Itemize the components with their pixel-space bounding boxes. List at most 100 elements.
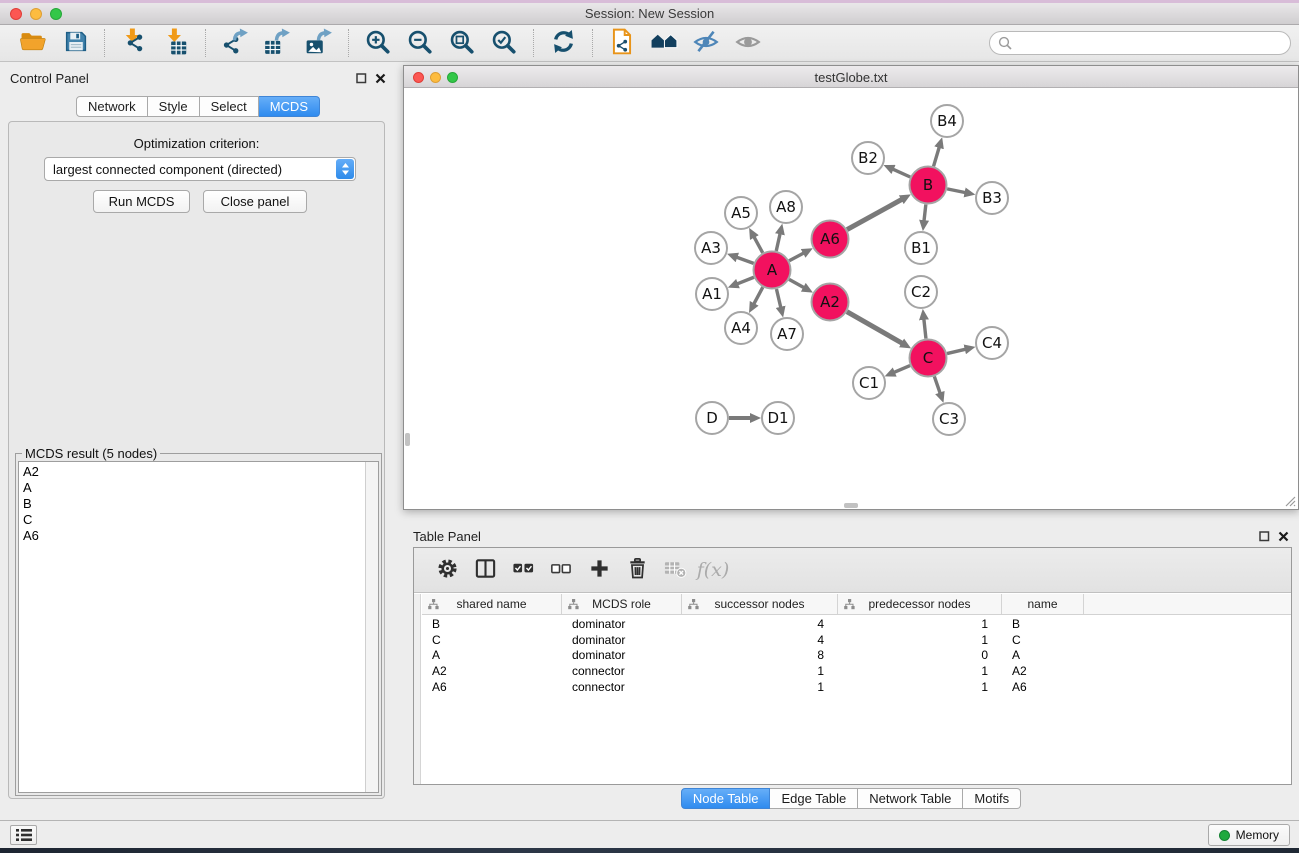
memory-label: Memory	[1236, 828, 1279, 842]
export-image-button[interactable]	[302, 28, 336, 58]
table-row-c[interactable]: Cdominator41C	[422, 632, 1291, 648]
save-session-button[interactable]	[58, 28, 92, 58]
graph-edge-A6-B[interactable]	[847, 199, 902, 229]
close-panel-button[interactable]: Close panel	[203, 190, 307, 213]
table-settings-button[interactable]	[432, 555, 462, 585]
control-tab-mcds[interactable]: MCDS	[259, 96, 320, 117]
close-panel-icon[interactable]	[375, 73, 386, 84]
graph-edge-B-B2[interactable]	[893, 169, 911, 177]
graph-edge-C-C1[interactable]	[894, 366, 910, 373]
table-header-row: shared nameMCDS rolesuccessor nodesprede…	[422, 594, 1291, 615]
zoom-in-button[interactable]	[361, 28, 395, 58]
mcds-result-item[interactable]: A6	[23, 528, 362, 544]
float-panel-icon[interactable]	[356, 73, 367, 84]
zoom-fit-button[interactable]	[445, 28, 479, 58]
cell-name: A	[1002, 648, 1084, 662]
graph-edge-A-A1[interactable]	[737, 277, 754, 284]
zoom-out-button[interactable]	[403, 28, 437, 58]
column-header-shared-name[interactable]: shared name	[422, 594, 562, 614]
select-all-columns-button[interactable]	[508, 555, 538, 585]
graph-node-label-A: A	[767, 261, 778, 279]
graph-edge-A2-C[interactable]	[847, 312, 902, 344]
search-input[interactable]	[1017, 36, 1290, 50]
mcds-result-item[interactable]: A2	[23, 464, 362, 480]
mcds-result-item[interactable]: B	[23, 496, 362, 512]
graph-edge-A-A5[interactable]	[754, 237, 763, 253]
column-header-predecessor-nodes[interactable]: predecessor nodes	[838, 594, 1002, 614]
zoom-selected-button[interactable]	[487, 28, 521, 58]
graph-edge-C-C3[interactable]	[934, 376, 940, 393]
cell-name: C	[1002, 633, 1084, 647]
show-hidden-button[interactable]	[731, 28, 765, 58]
select-all-columns-icon	[512, 557, 535, 583]
graph-edge-C-C2[interactable]	[924, 319, 926, 339]
table-row-a2[interactable]: A2connector11A2	[422, 663, 1291, 679]
vertical-scrollbar-thumb[interactable]	[405, 433, 410, 446]
unselect-all-columns-button[interactable]	[546, 555, 576, 585]
run-mcds-button[interactable]: Run MCDS	[93, 190, 190, 213]
optimization-criterion-dropdown[interactable]: largest connected component (directed)	[44, 157, 356, 181]
control-tab-select[interactable]: Select	[200, 96, 259, 117]
resize-grip-icon[interactable]	[1283, 494, 1296, 507]
new-network-from-selection-button[interactable]	[605, 28, 639, 58]
memory-button[interactable]: Memory	[1208, 824, 1290, 846]
graph-edge-A-A8[interactable]	[776, 233, 780, 251]
open-file-button[interactable]	[16, 28, 50, 58]
graph-edge-B-B1[interactable]	[924, 204, 926, 221]
search-box[interactable]	[989, 31, 1291, 55]
mcds-result-item[interactable]: C	[23, 512, 362, 528]
delete-table-button[interactable]	[660, 555, 690, 585]
hide-selected-button[interactable]	[689, 28, 723, 58]
export-network-button[interactable]	[218, 28, 252, 58]
show-hidden-icon	[735, 29, 761, 58]
table-tab-motifs[interactable]: Motifs	[963, 788, 1021, 809]
function-builder-button[interactable]: f(x)	[698, 555, 728, 585]
import-network-button[interactable]	[117, 28, 151, 58]
cell-name: A2	[1002, 664, 1084, 678]
cell-shared-name: A6	[422, 680, 562, 694]
graph-node-label-B: B	[923, 176, 933, 194]
table-body: Bdominator41BCdominator41CAdominator80AA…	[422, 616, 1291, 784]
cell-predecessor-nodes: 1	[838, 664, 1002, 678]
control-tab-style[interactable]: Style	[148, 96, 200, 117]
first-neighbors-button[interactable]	[647, 28, 681, 58]
zoom-fit-icon	[449, 29, 475, 58]
graph-edge-B-B3[interactable]	[947, 189, 965, 193]
refresh-layout-button[interactable]	[546, 28, 580, 58]
table-row-a[interactable]: Adominator80A	[422, 648, 1291, 664]
graph-edge-A-A7[interactable]	[776, 289, 780, 308]
graph-edge-B-B4[interactable]	[934, 147, 940, 166]
control-tab-network[interactable]: Network	[76, 96, 148, 117]
table-tab-edge-table[interactable]: Edge Table	[770, 788, 858, 809]
result-scrollbar[interactable]	[365, 462, 378, 792]
graph-node-label-A8: A8	[776, 198, 796, 216]
export-table-button[interactable]	[260, 28, 294, 58]
graph-edge-A-A3[interactable]	[736, 257, 753, 263]
table-tab-node-table[interactable]: Node Table	[681, 788, 771, 809]
network-canvas[interactable]: B4B2BB3A8A5A6A3B1AA1C2A2A4A7C4CC1DD1C3	[404, 88, 1298, 509]
network-window-titlebar[interactable]: testGlobe.txt	[404, 66, 1298, 88]
mcds-result-item[interactable]: A	[23, 480, 362, 496]
float-panel-icon[interactable]	[1259, 531, 1270, 542]
graph-edge-A-A2[interactable]	[789, 279, 804, 287]
graph-edge-A-A6[interactable]	[789, 253, 804, 261]
table-row-a6[interactable]: A6connector11A6	[422, 679, 1291, 695]
graph-edge-A-A4[interactable]	[754, 287, 763, 304]
graph-edge-C-C4[interactable]	[947, 349, 966, 353]
task-history-button[interactable]	[10, 825, 37, 845]
table-tab-network-table[interactable]: Network Table	[858, 788, 963, 809]
table-row-b[interactable]: Bdominator41B	[422, 616, 1291, 632]
graph-node-label-B1: B1	[911, 239, 931, 257]
horizontal-scrollbar-thumb[interactable]	[844, 503, 858, 508]
close-panel-icon[interactable]	[1278, 531, 1289, 542]
import-table-button[interactable]	[159, 28, 193, 58]
mcds-result-list[interactable]: A2ABCA6	[18, 461, 379, 793]
delete-columns-button[interactable]	[622, 555, 652, 585]
column-header-successor-nodes[interactable]: successor nodes	[682, 594, 838, 614]
table-settings-icon	[436, 557, 459, 583]
cell-successor-nodes: 1	[682, 680, 838, 694]
column-header-name[interactable]: name	[1002, 594, 1084, 614]
column-header-mcds-role[interactable]: MCDS role	[562, 594, 682, 614]
add-column-button[interactable]	[584, 555, 614, 585]
split-table-button[interactable]	[470, 555, 500, 585]
